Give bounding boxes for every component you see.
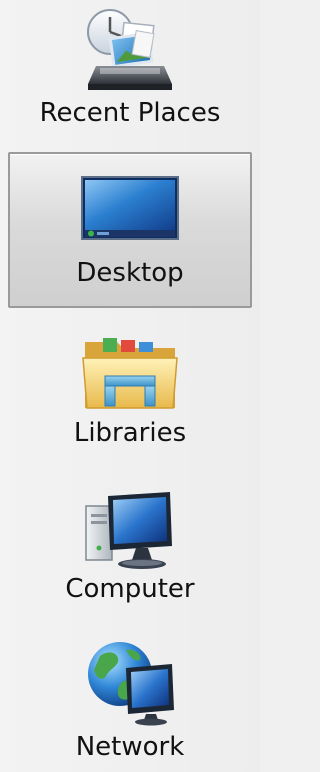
places-bar: Recent Places Desktop Libraries Computer…	[0, 0, 260, 772]
place-network[interactable]: Network	[8, 632, 252, 772]
network-icon	[88, 642, 174, 726]
place-recent-places[interactable]: Recent Places	[8, 0, 252, 142]
libraries-icon	[82, 338, 178, 409]
place-label: Network	[75, 732, 185, 762]
place-desktop[interactable]: Desktop	[8, 152, 252, 308]
place-label: Desktop	[76, 258, 184, 288]
computer-icon	[85, 492, 172, 569]
recent-places-icon	[87, 9, 172, 90]
place-label: Libraries	[73, 418, 187, 448]
place-label: Recent Places	[39, 98, 221, 128]
place-computer[interactable]: Computer	[8, 478, 252, 624]
place-label: Computer	[65, 574, 195, 604]
place-libraries[interactable]: Libraries	[8, 318, 252, 460]
desktop-icon	[81, 176, 179, 240]
